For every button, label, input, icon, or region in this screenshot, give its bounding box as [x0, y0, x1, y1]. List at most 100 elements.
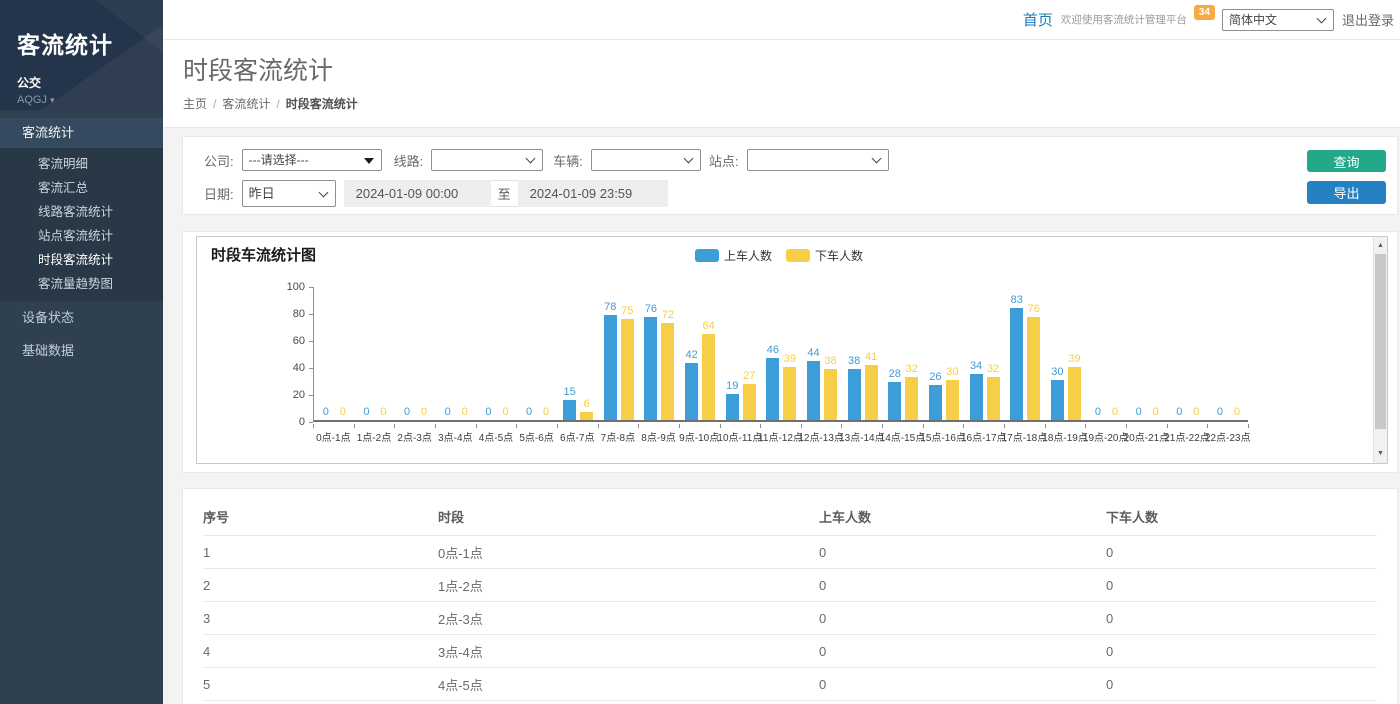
bar-value-label: 0	[1234, 406, 1240, 419]
bar-value-label: 0	[323, 406, 329, 419]
bar-value-label: 26	[929, 371, 941, 384]
table-cell: 0	[819, 536, 1106, 569]
bar	[563, 400, 576, 420]
breadcrumb: 主页/客流统计/时段客流统计	[183, 95, 1400, 112]
bar-group: 00	[477, 406, 518, 420]
bar	[848, 369, 861, 420]
x-axis-label: 4点-5点	[479, 429, 513, 444]
bar-group: 00	[1086, 406, 1127, 420]
bar-group: 7875	[598, 301, 639, 420]
x-axis-tick	[760, 424, 761, 428]
bar	[946, 380, 959, 421]
y-axis-label: 80	[273, 308, 305, 320]
table-row: 65点-6点00	[203, 701, 1377, 704]
company-select[interactable]: ---请选择---	[242, 149, 382, 171]
account-dropdown[interactable]: AQGJ ▾	[17, 94, 146, 106]
table-cell: 0	[1106, 635, 1377, 668]
breadcrumb-item-passenger-stats[interactable]: 客流统计	[222, 97, 270, 111]
table-cell: 6	[203, 701, 438, 704]
x-axis-label: 17点-18点	[1002, 429, 1048, 444]
sidebar-item-device-status[interactable]: 设备状态	[0, 301, 163, 334]
bar-column: 0	[441, 406, 454, 420]
bar-value-label: 64	[702, 320, 714, 333]
vehicle-select[interactable]	[591, 149, 701, 171]
language-select[interactable]: 简体中文	[1222, 9, 1334, 31]
filter-panel: 公司: ---请选择--- 线路: 车辆: 站点: 日期: 昨日 至 查询 导出	[182, 136, 1398, 215]
notification-badge[interactable]: 34	[1194, 5, 1215, 20]
bar-column: 0	[401, 406, 414, 420]
x-axis-tick	[313, 424, 314, 428]
chart-scrollbar[interactable]: ▲ ▼	[1373, 237, 1387, 463]
table-cell: 0	[1106, 569, 1377, 602]
date-start-input[interactable]	[344, 180, 491, 207]
export-button[interactable]: 导出	[1307, 181, 1386, 204]
bar-value-label: 0	[1136, 406, 1142, 419]
legend-label: 下车人数	[815, 247, 863, 264]
bar-column: 32	[987, 363, 1000, 420]
sidebar-subitem[interactable]: 站点客流统计	[0, 224, 163, 248]
bar-column: 0	[482, 406, 495, 420]
bar-column: 19	[726, 380, 739, 420]
x-axis-tick	[963, 424, 964, 428]
sidebar-submenu: 客流明细客流汇总线路客流统计站点客流统计时段客流统计客流量趋势图	[0, 148, 163, 301]
sidebar-menu: 客流统计 客流明细客流汇总线路客流统计站点客流统计时段客流统计客流量趋势图 设备…	[0, 118, 163, 367]
x-axis-label: 8点-9点	[641, 429, 675, 444]
x-axis-tick	[720, 424, 721, 428]
bar-group: 4438	[802, 347, 843, 420]
sidebar-subitem[interactable]: 客流量趋势图	[0, 272, 163, 296]
bar	[783, 367, 796, 420]
date-preset-select[interactable]: 昨日	[242, 180, 336, 207]
bar-column: 0	[360, 406, 373, 420]
bar	[807, 361, 820, 420]
bar-value-label: 76	[1028, 303, 1040, 316]
table-cell: 2	[203, 569, 438, 602]
sidebar-item-base-data[interactable]: 基础数据	[0, 334, 163, 367]
bar-column: 78	[604, 301, 617, 420]
home-link[interactable]: 首页	[1023, 9, 1053, 30]
table-cell: 0点-1点	[438, 536, 819, 569]
breadcrumb-item-home[interactable]: 主页	[183, 97, 207, 111]
line-select[interactable]	[431, 149, 543, 171]
bar-value-label: 34	[970, 360, 982, 373]
bar-column: 15	[563, 386, 576, 420]
chart-panel: 时段车流统计图 上车人数下车人数 020406080100 0000000000…	[182, 231, 1398, 473]
topbar: 首页 欢迎使用客流统计管理平台 34 简体中文 退出登录	[163, 0, 1400, 40]
sidebar-item-passenger-stats[interactable]: 客流统计	[0, 118, 163, 148]
table-cell: 0	[819, 635, 1106, 668]
bar-column: 0	[319, 406, 332, 420]
x-axis-label: 12点-13点	[798, 429, 844, 444]
bar	[1010, 308, 1023, 420]
logout-link[interactable]: 退出登录	[1342, 10, 1396, 29]
sidebar-subitem[interactable]: 线路客流统计	[0, 200, 163, 224]
sidebar-subitem[interactable]: 客流明细	[0, 152, 163, 176]
y-axis-tick	[309, 422, 313, 423]
content: 公司: ---请选择--- 线路: 车辆: 站点: 日期: 昨日 至 查询 导出	[163, 128, 1400, 704]
scroll-thumb[interactable]	[1375, 254, 1386, 429]
scroll-up-icon[interactable]: ▲	[1374, 238, 1387, 253]
bar-value-label: 32	[987, 363, 999, 376]
table-header-alighting: 下车人数	[1106, 495, 1377, 536]
account-name: AQGJ	[17, 94, 47, 106]
bar-value-label: 0	[404, 406, 410, 419]
x-axis-label: 21点-22点	[1164, 429, 1210, 444]
sidebar-subitem[interactable]: 客流汇总	[0, 176, 163, 200]
bar-column: 26	[929, 371, 942, 420]
legend-item[interactable]: 上车人数	[695, 247, 772, 264]
vehicle-label: 车辆:	[553, 151, 583, 170]
y-axis-label: 0	[273, 416, 305, 428]
y-axis-label: 60	[273, 335, 305, 347]
query-button[interactable]: 查询	[1307, 150, 1386, 172]
table-cell: 4	[203, 635, 438, 668]
legend-item[interactable]: 下车人数	[786, 247, 863, 264]
bar-column: 0	[377, 406, 390, 420]
bar-column: 32	[905, 363, 918, 420]
bar	[905, 377, 918, 420]
bar	[888, 382, 901, 420]
station-select[interactable]	[747, 149, 889, 171]
sidebar-subitem[interactable]: 时段客流统计	[0, 248, 163, 272]
x-axis-label: 11点-12点	[758, 429, 803, 444]
scroll-down-icon[interactable]: ▼	[1374, 446, 1387, 461]
bar-value-label: 6	[584, 398, 590, 411]
bar-column: 28	[888, 368, 901, 420]
date-end-input[interactable]	[518, 180, 668, 207]
